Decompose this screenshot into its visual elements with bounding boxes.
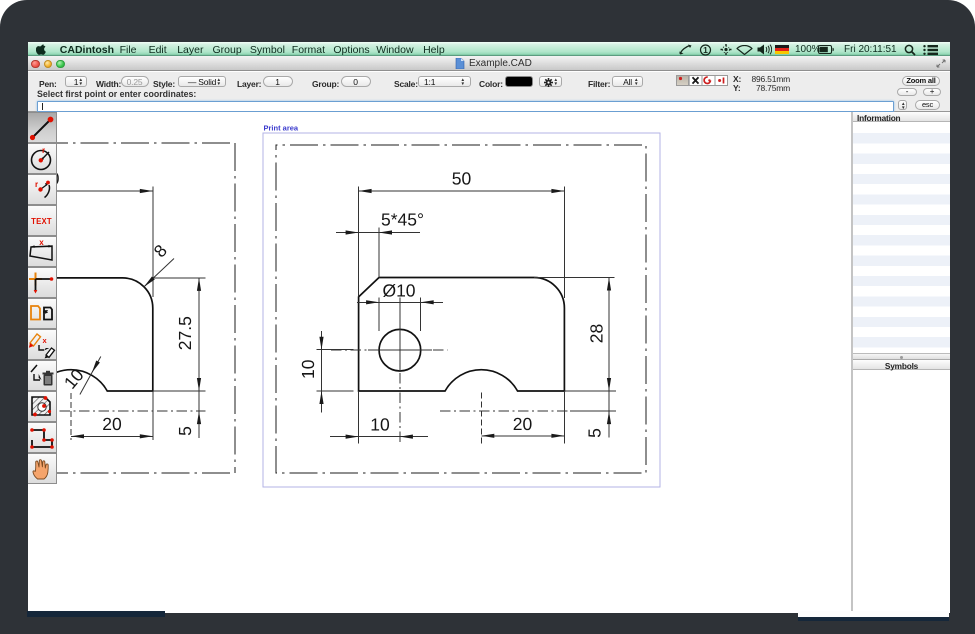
svg-text:x: x <box>39 238 44 247</box>
svg-text:10: 10 <box>370 415 390 435</box>
svg-text:20: 20 <box>102 414 122 434</box>
svg-text:r: r <box>35 180 38 189</box>
svg-text:28: 28 <box>587 324 607 343</box>
svg-text:5: 5 <box>585 428 605 438</box>
svg-text:10: 10 <box>298 359 318 379</box>
svg-text:50: 50 <box>452 169 472 189</box>
svg-text:20: 20 <box>513 414 533 434</box>
svg-text:1: 1 <box>703 45 708 55</box>
svg-text:27.5: 27.5 <box>175 316 195 350</box>
svg-text:Ø10: Ø10 <box>382 281 415 301</box>
svg-text:r: r <box>42 146 45 155</box>
svg-text:5: 5 <box>175 426 195 436</box>
svg-text:5*45°: 5*45° <box>381 210 424 230</box>
svg-text:TEXT: TEXT <box>31 217 52 226</box>
svg-text:x: x <box>43 336 48 345</box>
svg-text:50: 50 <box>57 169 60 189</box>
svg-text:Print area: Print area <box>264 124 299 133</box>
